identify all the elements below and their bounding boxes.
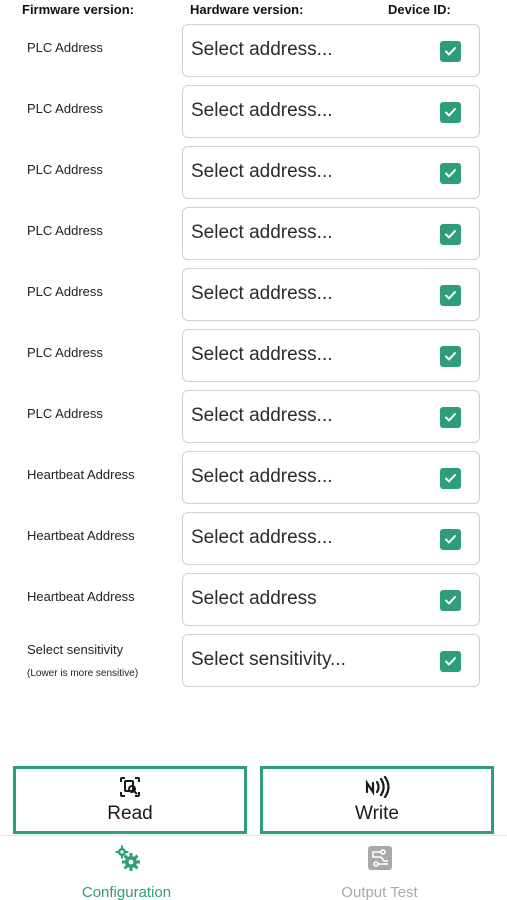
select-value: Select address... (191, 344, 333, 365)
config-row: PLC Address Select address... (0, 144, 507, 205)
read-button[interactable]: Read (13, 766, 247, 834)
row-label: PLC Address (27, 40, 103, 55)
config-row: PLC Address Select address... (0, 388, 507, 449)
check-icon[interactable] (440, 163, 461, 184)
address-select[interactable]: Select address (182, 573, 480, 626)
check-icon[interactable] (440, 346, 461, 367)
config-row: PLC Address Select address... (0, 266, 507, 327)
config-row: Heartbeat Address Select address... (0, 449, 507, 510)
select-value: Select address... (191, 466, 333, 487)
row-label: PLC Address (27, 223, 103, 238)
config-row: PLC Address Select address... (0, 22, 507, 83)
check-icon[interactable] (440, 651, 461, 672)
address-select[interactable]: Select address... (182, 329, 480, 382)
gears-icon (113, 844, 141, 872)
row-label: Heartbeat Address (27, 467, 135, 482)
circuit-icon (367, 844, 393, 872)
address-select[interactable]: Select address... (182, 85, 480, 138)
tab-configuration-label: Configuration (81, 884, 172, 900)
address-select[interactable]: Select address... (182, 451, 480, 504)
tab-configuration[interactable]: Configuration (0, 844, 253, 900)
check-icon[interactable] (440, 407, 461, 428)
select-value: Select address... (191, 527, 333, 548)
row-label: Select sensitivity (27, 642, 124, 657)
device-info-header: Firmware version: Hardware version: Devi… (0, 2, 507, 20)
address-select[interactable]: Select address... (182, 390, 480, 443)
check-icon[interactable] (440, 102, 461, 123)
config-row: Heartbeat Address Select address (0, 571, 507, 632)
row-label: PLC Address (27, 284, 103, 299)
address-select[interactable]: Select address... (182, 146, 480, 199)
row-label: PLC Address (27, 406, 103, 421)
row-label: Heartbeat Address (27, 589, 135, 604)
select-value: Select address... (191, 222, 333, 243)
config-row: PLC Address Select address... (0, 205, 507, 266)
row-label: Heartbeat Address (27, 528, 135, 543)
nfc-icon (364, 775, 390, 799)
check-icon[interactable] (440, 224, 461, 245)
config-row: Heartbeat Address Select address... (0, 510, 507, 571)
row-sublabel: (Lower is more sensitive) (27, 668, 139, 679)
config-row: PLC Address Select address... (0, 327, 507, 388)
select-value: Select address... (191, 161, 333, 182)
check-icon[interactable] (440, 590, 461, 611)
select-value: Select address... (191, 100, 333, 121)
select-value: Select address... (191, 283, 333, 304)
select-value: Select address... (191, 405, 333, 426)
bottom-navigation: Configuration Output Test (0, 835, 507, 900)
device-id-label: Device ID: (388, 2, 451, 17)
write-button-label: Write (355, 803, 399, 824)
check-icon[interactable] (440, 468, 461, 489)
select-value: Select address... (191, 39, 333, 60)
address-select[interactable]: Select address... (182, 24, 480, 77)
hardware-version-label: Hardware version: (190, 2, 304, 17)
tab-output-test-label: Output Test (341, 884, 418, 900)
config-row: PLC Address Select address... (0, 83, 507, 144)
row-label: PLC Address (27, 162, 103, 177)
row-label: PLC Address (27, 101, 103, 116)
address-config-list: PLC Address Select address... PLC Address S… (0, 22, 507, 693)
select-value: Select address (191, 588, 317, 609)
address-select[interactable]: Select address... (182, 207, 480, 260)
scan-search-icon (118, 775, 142, 799)
check-icon[interactable] (440, 41, 461, 62)
select-value: Select sensitivity... (191, 649, 346, 670)
read-button-label: Read (107, 803, 153, 824)
address-select[interactable]: Select address... (182, 512, 480, 565)
address-select[interactable]: Select address... (182, 268, 480, 321)
check-icon[interactable] (440, 529, 461, 550)
firmware-version-label: Firmware version: (22, 2, 134, 17)
tab-output-test[interactable]: Output Test (253, 844, 506, 900)
check-icon[interactable] (440, 285, 461, 306)
write-button[interactable]: Write (260, 766, 494, 834)
address-select[interactable]: Select sensitivity... (182, 634, 480, 687)
config-row: Select sensitivity (Lower is more sensiti… (0, 632, 507, 693)
row-label: PLC Address (27, 345, 103, 360)
